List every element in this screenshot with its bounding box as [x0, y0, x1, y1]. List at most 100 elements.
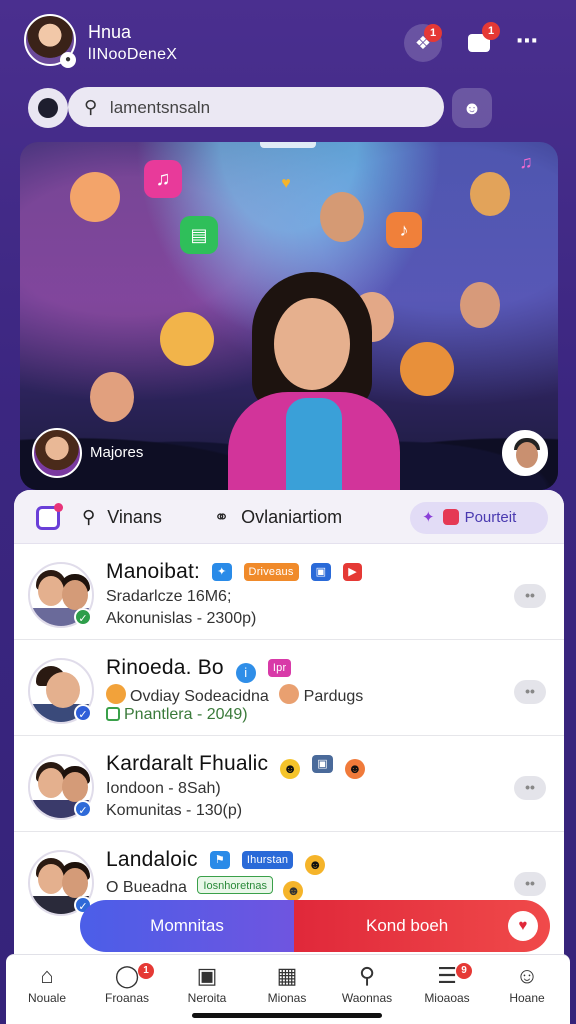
tab-ovlaniartiom[interactable]: ⚭ Ovlaniartiom: [214, 507, 342, 528]
compose-icon[interactable]: [36, 503, 63, 530]
music-note-icon: ♫: [144, 160, 182, 198]
item-title: Kardaralt Fhualic ☻ ▣ ☻: [106, 752, 365, 779]
cartoon-figure: [70, 172, 120, 222]
flag-icon: ⚑: [209, 851, 230, 869]
item-title-text: Landaloic: [106, 848, 198, 871]
game-icon: ▤: [180, 216, 218, 254]
community-panel: ⚲ Vinans ⚭ Ovlaniartiom ✦ Pourteit ✓ Manoib…: [14, 490, 564, 960]
grid-icon: ▦: [276, 963, 298, 988]
coin-icon: [106, 684, 126, 704]
nav-label: Neroita: [187, 991, 227, 1005]
item-title-text: Kardaralt Fhualic: [106, 752, 269, 775]
cartoon-figure: [470, 172, 510, 216]
search-avatar-button[interactable]: [28, 88, 68, 128]
nav-label: Mioaoas: [424, 991, 470, 1005]
picture-icon: ▣: [312, 755, 333, 773]
featured-avatar[interactable]: [32, 428, 82, 478]
person-icon: ☺: [515, 963, 539, 988]
nav-item-mionas[interactable]: ▦ Mionas: [248, 961, 326, 1019]
item-line-text: Pardugs: [303, 688, 364, 705]
nav-item-mioaoas[interactable]: ☰ Mioaoas 9: [408, 961, 486, 1019]
more-options-button[interactable]: ••: [514, 584, 546, 608]
list-item[interactable]: ✓ Manoibat: ✦ Driveaus ▣ ▶ Sradarlcze 16…: [14, 544, 564, 640]
featured-person: [228, 272, 408, 490]
item-line: O Bueadna Iosnhoretnas ☻: [106, 876, 304, 901]
verified-icon: ✓: [74, 704, 92, 722]
more-options-icon[interactable]: ⋯: [516, 28, 539, 54]
video-icon: ▶: [343, 563, 362, 581]
nav-badge: 9: [456, 963, 472, 979]
clipboard-icon: ☰: [437, 963, 457, 988]
nav-label: Hoane: [509, 991, 545, 1005]
laughing-icon: ☻: [344, 759, 365, 779]
verified-icon: ✓: [74, 608, 92, 626]
item-title-text: Rinoeda. Bo: [106, 656, 224, 679]
search-placeholder: lamentsnsaln: [109, 98, 211, 117]
nav-item-hoane[interactable]: ☺ Hoane: [488, 961, 566, 1019]
nav-item-home[interactable]: ⌂ Nouale: [8, 961, 86, 1019]
join-button-label: Kond boeh: [366, 916, 449, 935]
nav-label: Froanas: [104, 991, 150, 1005]
notifications-badge: 1: [424, 24, 442, 42]
app-header: ● Hnua lINooDeneX ❖ 1 1 ⋯: [0, 0, 576, 80]
home-indicator: [192, 1013, 382, 1018]
avatar-status-icon: ●: [60, 52, 76, 68]
nav-badge: 1: [138, 963, 154, 979]
nav-label: Nouale: [27, 991, 67, 1005]
item-title: Landaloic ⚑ Ihurstan ☻: [106, 848, 326, 875]
tab-bar: ⚲ Vinans ⚭ Ovlaniartiom ✦ Pourteit: [14, 490, 564, 544]
item-line: Akonunislas - 2300p): [106, 610, 257, 627]
emoji-button[interactable]: ☻: [452, 88, 492, 128]
user-name: Hnua: [88, 22, 132, 42]
tab-vinans-label: Vinans: [107, 507, 162, 527]
more-options-button[interactable]: ••: [514, 776, 546, 800]
sticker-icon: ▣: [196, 963, 218, 988]
cartoon-figure: [400, 342, 454, 396]
home-icon: ⌂: [40, 963, 54, 988]
communities-button[interactable]: Momnitas: [80, 900, 294, 952]
laughing-icon: ☻: [305, 855, 326, 875]
music-note-icon: ♪: [386, 212, 422, 248]
item-title: Manoibat: ✦ Driveaus ▣ ▶: [106, 560, 362, 584]
item-chip: Driveaus: [243, 563, 299, 581]
smiley-icon: ☻: [462, 98, 482, 118]
nav-item-neroita[interactable]: ▣ Neroita: [168, 961, 246, 1019]
list-item[interactable]: ✓ Kardaralt Fhualic ☻ ▣ ☻ Iondoon - 8Sah…: [14, 736, 564, 832]
nav-item-waonnas[interactable]: ⚲ Waonnas: [328, 961, 406, 1019]
item-chip: Ipr: [267, 659, 292, 677]
more-options-button[interactable]: ••: [514, 680, 546, 704]
bear-character: [160, 312, 214, 366]
tab-vinans[interactable]: ⚲ Vinans: [82, 507, 162, 528]
checkbox-icon: [106, 707, 120, 721]
item-line: Iondoon - 8Sah): [106, 780, 221, 797]
more-options-button[interactable]: ••: [514, 872, 546, 896]
item-line-text: Ovdiay Sodeacidna: [130, 688, 269, 705]
hero-banner[interactable]: ♫ ▤ ♪ ♫ ♥ Majores: [20, 142, 558, 490]
featured-label: Majores: [90, 444, 144, 461]
item-line: Ovdiay Sodeacidna Pardugs: [106, 684, 363, 706]
search-icon: ⚲: [358, 963, 376, 988]
item-title: Rinoeda. Bo i Ipr: [106, 656, 292, 683]
item-line-text: Pnantlera - 2049): [124, 706, 248, 723]
verified-icon: ✓: [74, 800, 92, 818]
user-subtitle: lINooDeneX: [88, 46, 178, 63]
shield-icon: ◯: [114, 963, 140, 988]
face-icon: [279, 684, 300, 704]
twitter-icon: ✦: [212, 563, 232, 581]
nav-label: Waonnas: [341, 991, 393, 1005]
list-item[interactable]: ✓ Rinoeda. Bo i Ipr Ovdiay Sodeacidna Pa…: [14, 640, 564, 736]
heart-icon[interactable]: ♥: [508, 911, 538, 941]
pourteit-pill[interactable]: ✦ Pourteit: [410, 502, 548, 534]
search-icon: ⚲: [84, 97, 98, 117]
smiley-icon: ☻: [280, 759, 301, 779]
heart-icon: ♥: [281, 175, 291, 192]
info-icon: i: [235, 663, 256, 683]
item-chip: Iosnhoretnas: [197, 876, 274, 894]
pill-label: Pourteit: [464, 509, 517, 526]
smiley-icon: ☻: [283, 881, 304, 901]
host-avatar[interactable]: [502, 430, 548, 476]
nav-item-froanas[interactable]: ◯ Froanas 1: [88, 961, 166, 1019]
search-input[interactable]: ⚲ lamentsnsaln: [68, 87, 444, 127]
cartoon-figure: [90, 372, 134, 422]
item-line: Pnantlera - 2049): [106, 706, 248, 724]
